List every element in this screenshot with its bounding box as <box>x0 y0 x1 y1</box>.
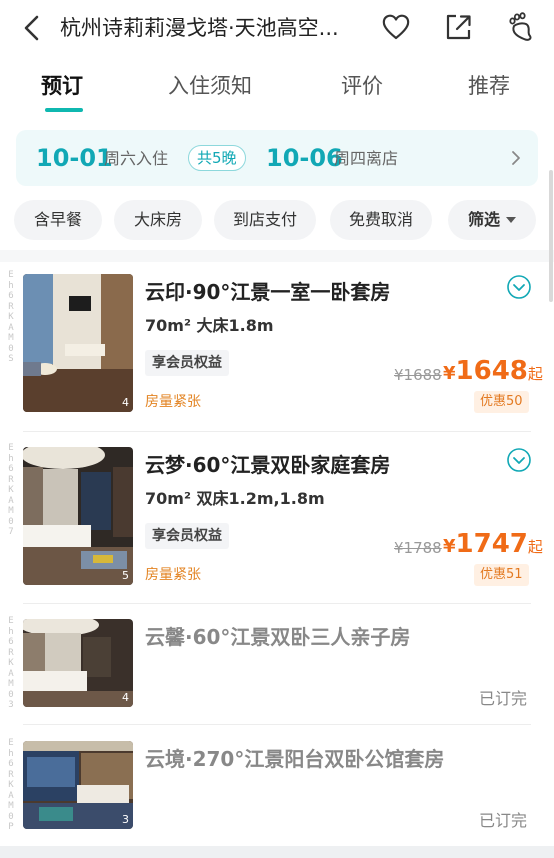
filter-pay-at-hotel-label: 到店支付 <box>232 210 297 229</box>
room-code: Eh6RKAM0S <box>8 270 14 364</box>
divider <box>23 724 531 725</box>
filter-king-bed-label: 大床房 <box>133 210 182 229</box>
filter-breakfast-label: 含早餐 <box>33 210 82 229</box>
room-name: 云印·90°江景一室一卧套房 <box>145 280 391 304</box>
room-photo[interactable]: 4 <box>23 274 133 412</box>
checkin-date: 10-01 <box>36 144 113 172</box>
member-benefit-tag: 享会员权益 <box>145 523 229 549</box>
sold-out-label: 已订完 <box>479 811 528 830</box>
checkout-date: 10-06 <box>266 144 343 172</box>
scrollbar[interactable] <box>549 170 553 302</box>
divider <box>23 603 531 604</box>
filter-more-button[interactable]: 筛选 <box>448 200 536 240</box>
currency-symbol: ¥ <box>443 536 456 557</box>
current-price: ¥1747起 <box>443 529 543 559</box>
tab-reviews[interactable]: 评价 <box>341 66 383 106</box>
room-spec: 70m² 双床1.2m,1.8m <box>145 489 325 508</box>
top-bar: 杭州诗莉莉漫戈塔·天池高空... <box>0 0 554 56</box>
footprint-icon[interactable] <box>506 11 538 43</box>
discount-badge: 优惠50 <box>474 391 529 413</box>
nights-badge: 共5晚 <box>188 145 246 171</box>
room-name: 云梦·60°江景双卧家庭套房 <box>145 453 391 477</box>
price-value: 1648 <box>455 356 528 386</box>
price-value: 1747 <box>455 529 528 559</box>
photo-count: 3 <box>122 813 129 826</box>
share-icon[interactable] <box>442 11 474 43</box>
checkin-label: 周六入住 <box>104 149 169 168</box>
filter-pay-at-hotel[interactable]: 到店支付 <box>214 200 316 240</box>
photo-count: 4 <box>122 691 129 704</box>
filter-king-bed[interactable]: 大床房 <box>114 200 202 240</box>
back-arrow-icon[interactable] <box>20 14 44 42</box>
bottom-edge <box>0 846 554 858</box>
currency-symbol: ¥ <box>443 363 456 384</box>
expand-chevron-icon[interactable] <box>506 447 532 473</box>
divider <box>23 431 531 432</box>
room-photo[interactable]: 4 <box>23 619 133 707</box>
room-name: 云馨·60°江景双卧三人亲子房 <box>145 625 411 649</box>
filter-bar: 含早餐 大床房 到店支付 免费取消 筛选 <box>0 200 554 242</box>
room-photo[interactable]: 5 <box>23 447 133 585</box>
filter-free-cancel-label: 免费取消 <box>348 210 413 229</box>
scarcity-label: 房量紧张 <box>145 394 201 410</box>
original-price: ¥1788 <box>394 539 442 557</box>
room-photo-image <box>23 619 133 707</box>
sold-out-label: 已订完 <box>479 689 528 708</box>
room-photo-image <box>23 741 133 829</box>
tab-booking[interactable]: 预订 <box>41 66 83 106</box>
price-suffix: 起 <box>527 538 543 556</box>
room-name: 云境·270°江景阳台双卧公馆套房 <box>145 747 445 771</box>
tab-checkin-notes[interactable]: 入住须知 <box>168 66 252 106</box>
current-price: ¥1648起 <box>443 356 543 386</box>
chevron-right-icon <box>512 151 520 165</box>
caret-down-icon <box>506 217 516 223</box>
original-price: ¥1688 <box>394 366 442 384</box>
scarcity-label: 房量紧张 <box>145 567 201 583</box>
room-spec: 70m² 大床1.8m <box>145 316 274 335</box>
photo-count: 5 <box>122 569 129 582</box>
room-code: Eh6RKAM0P <box>8 738 14 832</box>
room-photo[interactable]: 3 <box>23 741 133 829</box>
member-benefit-tag: 享会员权益 <box>145 350 229 376</box>
filter-breakfast[interactable]: 含早餐 <box>14 200 102 240</box>
filter-more-label: 筛选 <box>467 210 500 229</box>
section-separator <box>0 250 554 262</box>
room-photo-image <box>23 274 133 412</box>
favorite-heart-icon[interactable] <box>380 11 412 43</box>
room-code: Eh6RKAM07 <box>8 443 14 537</box>
tab-bar: 预订 入住须知 评价 推荐 <box>0 66 554 116</box>
active-tab-indicator <box>45 108 83 112</box>
hotel-title: 杭州诗莉莉漫戈塔·天池高空... <box>60 16 339 40</box>
photo-count: 4 <box>122 396 129 409</box>
room-code: Eh6RKAM03 <box>8 616 14 710</box>
tab-recommend[interactable]: 推荐 <box>468 66 510 106</box>
date-selector[interactable]: 10-01 周六入住 共5晚 10-06 周四离店 <box>16 130 538 186</box>
discount-badge: 优惠51 <box>474 564 529 586</box>
checkout-label: 周四离店 <box>334 149 399 168</box>
filter-free-cancel[interactable]: 免费取消 <box>330 200 432 240</box>
price-suffix: 起 <box>527 365 543 383</box>
expand-chevron-icon[interactable] <box>506 274 532 300</box>
room-photo-image <box>23 447 133 585</box>
